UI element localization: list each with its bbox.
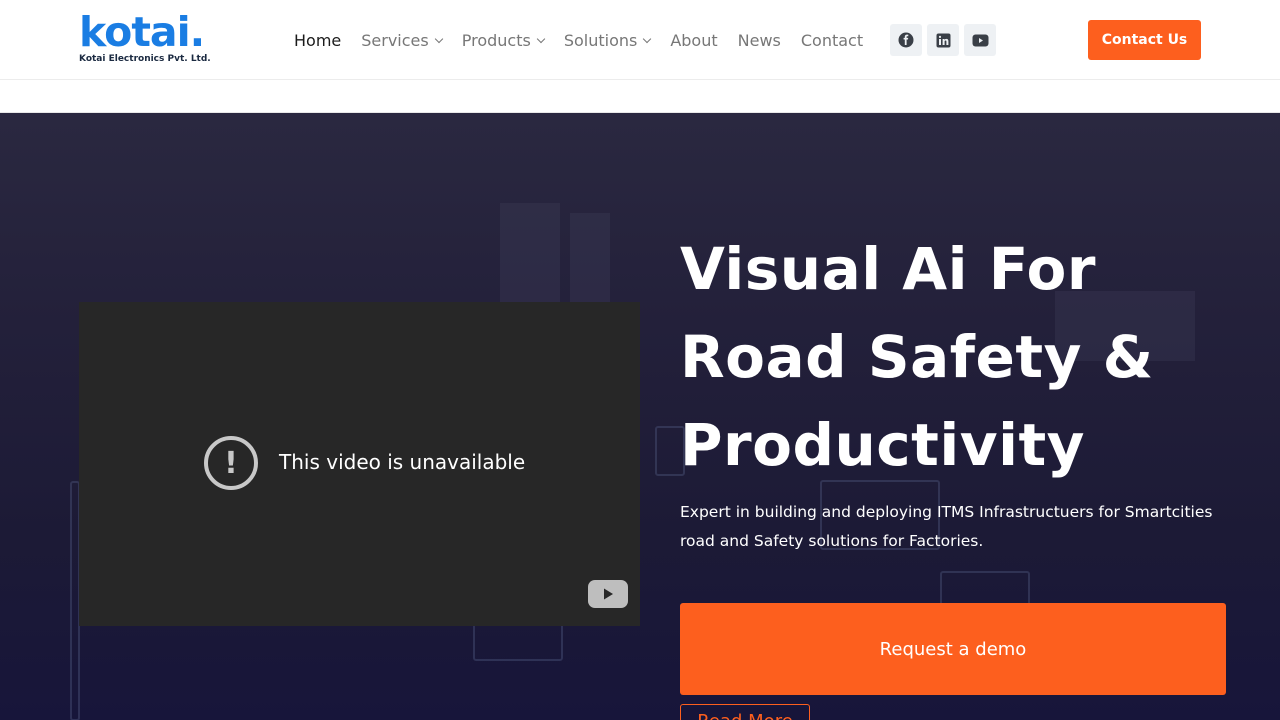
nav-item-contact[interactable]: Contact	[801, 31, 863, 50]
nav-label: Solutions	[563, 30, 638, 50]
brand-logo[interactable]: kotai. Kotai Electronics Pvt. Ltd.	[79, 8, 229, 72]
warning-icon: !	[204, 436, 258, 490]
facebook-icon[interactable]	[890, 24, 922, 56]
nav-label: Contact	[800, 30, 864, 50]
nav-item-news[interactable]: News	[738, 31, 781, 50]
youtube-icon[interactable]	[964, 24, 996, 56]
header-subbar	[0, 80, 1280, 113]
chevron-down-icon	[643, 34, 652, 43]
hero-description: Expert in building and deploying ITMS In…	[680, 503, 1213, 550]
nav-item-solutions[interactable]: Solutions	[563, 30, 652, 50]
hero-title: Visual Ai For Road Safety & Productivity	[680, 225, 1240, 489]
video-player[interactable]: ! This video is unavailable	[79, 302, 640, 626]
hero-title-line: Road Safety &	[680, 323, 1154, 391]
nav-item-home[interactable]: Home	[294, 31, 341, 50]
main-nav: Home Services Products Solutions About N…	[294, 28, 883, 52]
contact-us-button[interactable]: Contact Us	[1088, 20, 1201, 60]
hero-title-line: Visual Ai For	[680, 235, 1096, 303]
hero-section: ! This video is unavailable Visual Ai Fo…	[0, 113, 1280, 720]
hero-title-line: Productivity	[680, 411, 1085, 479]
nav-label: Services	[361, 30, 429, 50]
request-demo-button[interactable]: Request a demo	[680, 603, 1226, 695]
video-unavailable-message: This video is unavailable	[279, 450, 526, 474]
social-links	[890, 24, 1001, 56]
nav-item-products[interactable]: Products	[461, 30, 546, 50]
nav-label: Home	[294, 30, 342, 50]
read-more-button[interactable]: Read More	[680, 704, 810, 720]
site-header: kotai. Kotai Electronics Pvt. Ltd. Home …	[0, 0, 1280, 80]
chevron-down-icon	[434, 34, 443, 43]
chevron-down-icon	[536, 34, 546, 43]
nav-label: About	[670, 30, 718, 50]
background-building	[570, 213, 610, 303]
youtube-play-icon[interactable]	[588, 580, 628, 608]
nav-label: News	[737, 30, 781, 50]
nav-item-about[interactable]: About	[670, 31, 717, 50]
brand-tagline: Kotai Electronics Pvt. Ltd.	[79, 54, 211, 64]
nav-label: Products	[461, 30, 531, 50]
linkedin-icon[interactable]	[927, 24, 959, 56]
brand-name: kotai.	[79, 8, 205, 56]
nav-item-services[interactable]: Services	[361, 30, 443, 50]
